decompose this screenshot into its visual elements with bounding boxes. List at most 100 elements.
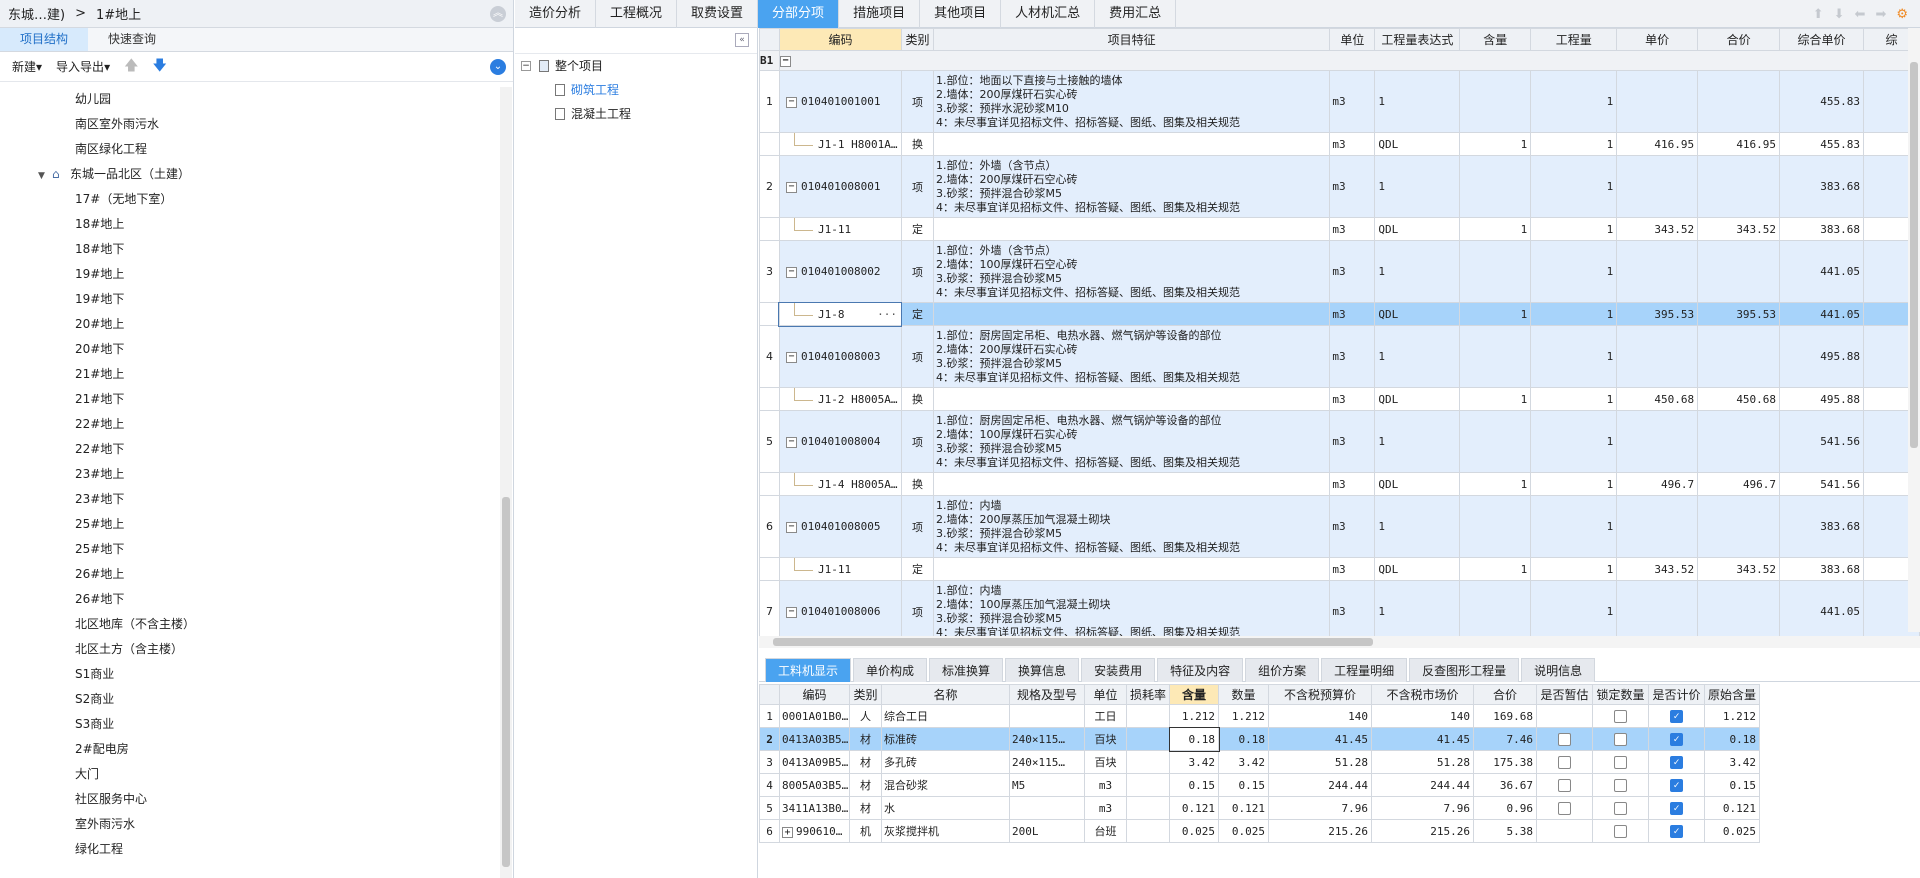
feature-cell[interactable]: 1.部位：内墙 2.墙体：200厚蒸压加气混凝土砌块 3.砂浆：预拌混合砂浆M5 4：…	[932, 495, 1331, 558]
qty-cell[interactable]: 1	[1530, 240, 1618, 303]
price-cell[interactable]	[1616, 495, 1699, 558]
comp-cell[interactable]: 455.83	[1779, 132, 1864, 156]
column-header[interactable]: 损耗率	[1126, 684, 1170, 705]
estimate-cell[interactable]	[1536, 819, 1593, 843]
expand-triangle-icon[interactable]: ▼	[38, 164, 52, 189]
market-cell[interactable]: 215.26	[1371, 819, 1474, 843]
original-content-cell[interactable]: 3.42	[1704, 750, 1760, 774]
loss-cell[interactable]	[1126, 796, 1170, 820]
lock-cell[interactable]	[1592, 819, 1649, 843]
unit-cell[interactable]: m3	[1329, 387, 1376, 411]
qty-cell[interactable]: 1	[1530, 155, 1618, 218]
category-cell[interactable]: 换	[900, 132, 934, 156]
category-cell[interactable]: 项	[900, 580, 934, 643]
code-cell[interactable]: −010401008005	[778, 495, 902, 558]
tree-item[interactable]: 17#（无地下室）	[0, 187, 500, 212]
tree-item[interactable]: 22#地上	[0, 412, 500, 437]
total-cell[interactable]: 36.67	[1473, 773, 1537, 797]
priced-cell[interactable]: ✓	[1648, 796, 1705, 820]
lock-cell[interactable]	[1592, 796, 1649, 820]
feature-cell[interactable]	[932, 132, 1331, 156]
bill-item-row[interactable]: 5−010401008004 项 1.部位：厨房固定吊柜、电热水器、燃气锅炉等设备的…	[759, 410, 1920, 473]
tree-item[interactable]: 大门	[0, 762, 500, 787]
loss-cell[interactable]	[1126, 704, 1170, 728]
tree-item[interactable]: 2#配电房	[0, 737, 500, 762]
lock-checkbox[interactable]	[1614, 755, 1627, 769]
unit-cell[interactable]: m3	[1329, 70, 1376, 133]
unit-cell[interactable]: m3	[1329, 557, 1376, 581]
content-cell[interactable]	[1459, 495, 1532, 558]
tree-item[interactable]: S3商业	[0, 712, 500, 737]
content-cell[interactable]: 0.025	[1169, 819, 1219, 843]
qty-cell[interactable]: 1	[1530, 325, 1618, 388]
tree-root[interactable]: − 整个项目	[515, 54, 757, 78]
priced-checkbox[interactable]: ✓	[1670, 732, 1683, 746]
unit-cell[interactable]: m3	[1329, 240, 1376, 303]
resource-row[interactable]: 5 3411A13B0… 材水 m3 0.121 0.121 7.96 7.96 0.96 ✓ 0.…	[759, 796, 1760, 820]
content-cell[interactable]: 3.42	[1169, 750, 1219, 774]
content-cell[interactable]	[1459, 410, 1532, 473]
unit-cell[interactable]: m3	[1329, 155, 1376, 218]
code-cell[interactable]: −010401008001	[778, 155, 902, 218]
expression-cell[interactable]: 1	[1374, 495, 1461, 558]
tree-item[interactable]: 南区绿化工程	[0, 137, 500, 162]
detail-tab[interactable]: 换算信息	[1005, 658, 1080, 682]
top-tab[interactable]: 造价分析	[515, 0, 597, 28]
bill-item-row[interactable]: 3−010401008002 项 1.部位：外墙（含节点） 2.墙体：100厚煤矸石空…	[759, 240, 1920, 303]
bill-item-row[interactable]: 1−010401001001 项 1.部位：地面以下直接与土接触的墙体 2.墙体：20…	[759, 70, 1920, 133]
priced-checkbox[interactable]: ✓	[1670, 778, 1683, 792]
resource-row[interactable]: 3 0413A09B5… 材多孔砖 240×115… 百块 3.42 3.42 51.28 51…	[759, 750, 1760, 774]
detail-tab[interactable]: 说明信息	[1521, 658, 1596, 682]
total-cell[interactable]	[1697, 325, 1781, 388]
code-cell[interactable]: J1-11	[778, 557, 902, 581]
total-cell[interactable]: 416.95	[1697, 132, 1781, 156]
price-cell[interactable]	[1616, 240, 1699, 303]
feature-cell[interactable]: 1.部位：内墙 2.墙体：100厚蒸压加气混凝土砌块 3.砂浆：预拌混合砂浆M5 4：…	[932, 580, 1331, 643]
total-cell[interactable]: 0.96	[1473, 796, 1537, 820]
name-cell[interactable]: 水	[881, 796, 1010, 820]
price-cell[interactable]	[1616, 325, 1699, 388]
original-content-cell[interactable]: 0.121	[1704, 796, 1760, 820]
content-cell[interactable]	[1459, 70, 1532, 133]
spec-cell[interactable]: 240×115…	[1009, 750, 1085, 774]
tree-item[interactable]: 18#地下	[0, 237, 500, 262]
price-cell[interactable]: 343.52	[1616, 217, 1699, 241]
tree-item[interactable]: 南区室外雨污水	[0, 112, 500, 137]
name-cell[interactable]: 多孔砖	[881, 750, 1010, 774]
loss-cell[interactable]	[1126, 727, 1170, 751]
unit-cell[interactable]: m3	[1329, 325, 1376, 388]
expression-cell[interactable]: 1	[1374, 580, 1461, 643]
name-cell[interactable]: 标准砖	[881, 727, 1010, 751]
tree-item[interactable]: S1商业	[0, 662, 500, 687]
priced-cell[interactable]: ✓	[1648, 750, 1705, 774]
total-cell[interactable]: 7.46	[1473, 727, 1537, 751]
tree-group-item[interactable]: ▼ ⌂ 东城一品北区（土建）	[0, 162, 500, 187]
unit-cell[interactable]: m3	[1329, 410, 1376, 473]
priced-cell[interactable]: ✓	[1648, 773, 1705, 797]
unit-cell[interactable]: m3	[1084, 796, 1127, 820]
category-cell[interactable]: 材	[849, 727, 882, 751]
budget-cell[interactable]: 51.28	[1268, 750, 1372, 774]
code-cell[interactable]: J1-2 H8005A…	[778, 387, 902, 411]
resource-row[interactable]: 1 0001A01B0… 人综合工日 工日 1.212 1.212 140 140 169.68…	[759, 704, 1760, 728]
collapse-up-icon[interactable]: ︽	[490, 6, 506, 22]
unit-cell[interactable]: 百块	[1084, 727, 1127, 751]
lock-cell[interactable]	[1592, 750, 1649, 774]
unit-cell[interactable]: m3	[1329, 217, 1376, 241]
top-tab[interactable]: 其他项目	[920, 0, 1002, 28]
code-cell[interactable]: −010401008006	[778, 580, 902, 643]
tree-item[interactable]: 19#地上	[0, 262, 500, 287]
qty-cell[interactable]: 1	[1530, 410, 1618, 473]
total-cell[interactable]	[1697, 240, 1781, 303]
comp-cell[interactable]: 441.05	[1779, 240, 1864, 303]
total-cell[interactable]: 343.52	[1697, 557, 1781, 581]
estimate-checkbox[interactable]	[1558, 778, 1571, 792]
comp-cell[interactable]: 495.88	[1779, 387, 1864, 411]
detail-tab[interactable]: 工料机显示	[765, 658, 852, 682]
category-cell[interactable]: 项	[900, 325, 934, 388]
column-header[interactable]	[759, 28, 780, 51]
category-cell[interactable]: 项	[900, 410, 934, 473]
category-cell[interactable]: 材	[849, 773, 882, 797]
move-up-icon[interactable]: 🡅	[124, 55, 138, 79]
scrollbar-thumb[interactable]	[502, 497, 510, 867]
